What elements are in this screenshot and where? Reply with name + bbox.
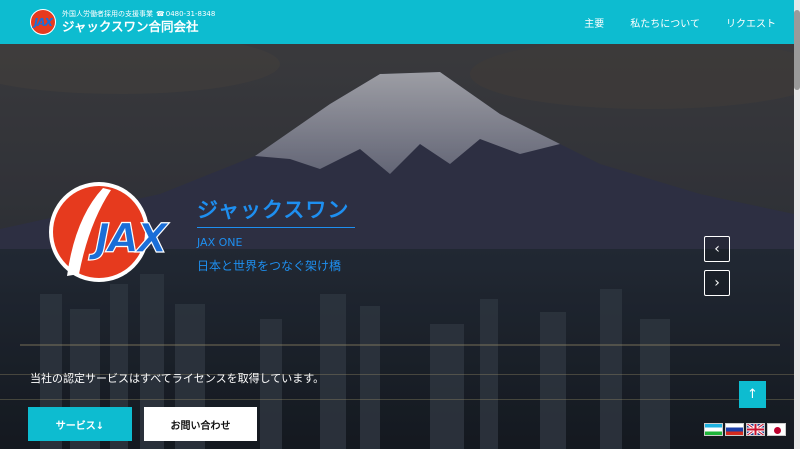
tagline: 外国人労働者採用の支援事業 — [62, 9, 153, 18]
page-scrollbar[interactable] — [794, 0, 800, 449]
nav-item-home[interactable]: 主要 — [584, 15, 604, 30]
slider-prev-button[interactable]: ‹ — [704, 236, 730, 262]
brand-name: ジャックスワン合同会社 — [62, 19, 199, 35]
phone-number: 0480-31-8348 — [165, 9, 216, 18]
slider-next-button[interactable]: › — [704, 270, 730, 296]
tagline-row: 外国人労働者採用の支援事業 ☎ 0480-31-8348 — [62, 9, 216, 18]
jax-hero-logo: JAX — [49, 182, 172, 282]
arrow-up-icon: ↑ — [747, 387, 758, 402]
logo-mark-text: JAX — [33, 15, 53, 29]
header-logo-link[interactable]: JAX 外国人労働者採用の支援事業 ☎ 0480-31-8348 ジャックスワン… — [30, 9, 215, 35]
nav-item-request[interactable]: リクエスト — [726, 15, 776, 30]
logo-text-block: 外国人労働者採用の支援事業 ☎ 0480-31-8348 ジャックスワン合同会社 — [62, 9, 216, 35]
uzbekistan-flag-icon[interactable] — [704, 423, 723, 436]
chevron-right-icon: › — [714, 275, 720, 291]
main-nav: 主要 私たちについて リクエスト — [558, 0, 776, 44]
russia-flag-icon[interactable] — [725, 423, 744, 436]
hero-logo-mark: JAX — [88, 216, 170, 262]
contact-button[interactable]: お問い合わせ — [144, 407, 257, 441]
hero-subtitle-jp: 日本と世界をつなぐ架け橋 — [197, 259, 342, 273]
scrollbar-thumb[interactable] — [794, 10, 800, 90]
license-notice: 当社の認定サービスはすべてライセンスを取得しています。 — [30, 372, 325, 385]
language-switcher — [704, 423, 786, 436]
hero-subtitle-en: JAX ONE — [197, 236, 243, 249]
uk-flag-icon[interactable] — [746, 423, 765, 436]
nav-item-about[interactable]: 私たちについて — [630, 15, 700, 30]
phone-icon: ☎ — [156, 9, 165, 18]
site-header: JAX 外国人労働者採用の支援事業 ☎ 0480-31-8348 ジャックスワン… — [0, 0, 794, 44]
japan-flag-icon[interactable] — [767, 423, 786, 436]
scroll-to-top-button[interactable]: ↑ — [739, 381, 766, 408]
hero-slider: JAX ジャックスワン JAX ONE 日本と世界をつなぐ架け橋 ‹ › 当社の… — [0, 44, 794, 449]
chevron-left-icon: ‹ — [714, 241, 720, 257]
hero-title: ジャックスワン — [197, 198, 350, 222]
hero-divider — [197, 227, 355, 228]
services-button[interactable]: サービス↓ — [28, 407, 132, 441]
jax-logo-icon: JAX — [30, 9, 56, 35]
